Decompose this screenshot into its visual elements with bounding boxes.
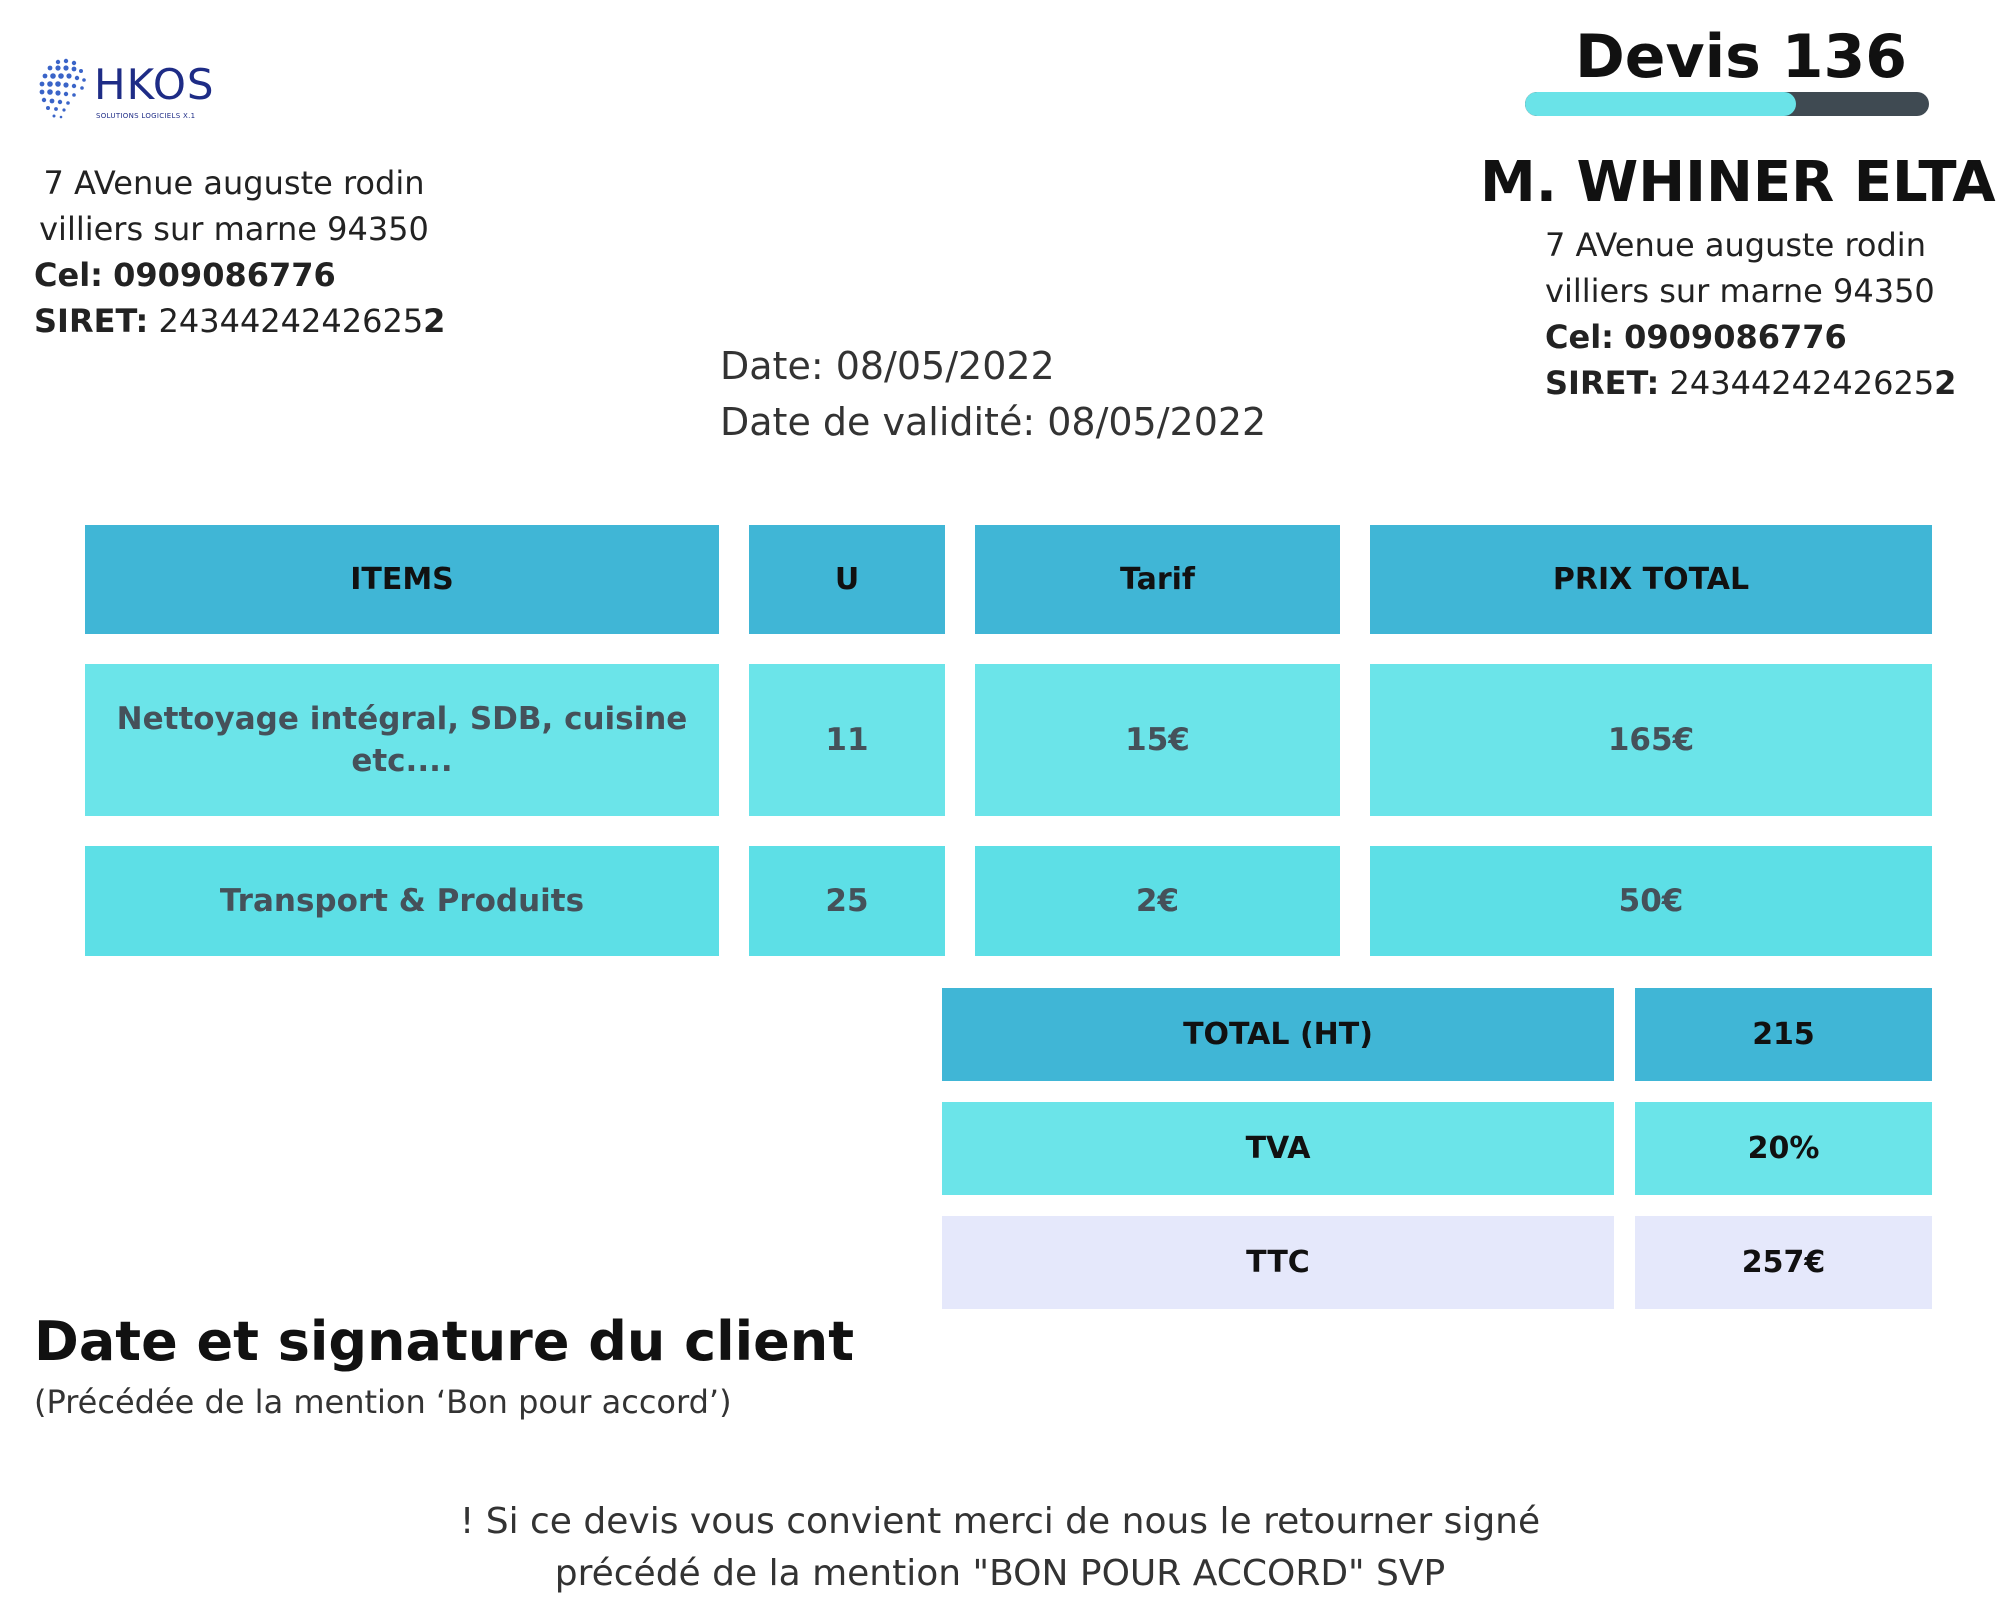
row2-units: 25	[749, 846, 945, 956]
row2-tarif: 2€	[975, 846, 1340, 956]
client-address-block: 7 AVenue auguste rodin villiers sur marn…	[1545, 222, 1956, 406]
quote-progress-bar	[1525, 92, 1929, 116]
sender-city: villiers sur marne 94350	[39, 210, 429, 248]
client-phone: Cel: 0909086776	[1545, 314, 1945, 360]
sender-street: 7 AVenue auguste rodin	[43, 164, 425, 202]
client-siret: SIRET: 24344242426252	[1545, 360, 1956, 406]
company-logo: HKOS SOLUTIONS LOGICIELS X.1	[36, 56, 226, 128]
header-items: ITEMS	[85, 525, 719, 634]
logo-brand: HKOS	[94, 60, 215, 109]
client-phone-value: 0909086776	[1624, 318, 1847, 356]
row1-tarif: 15€	[975, 664, 1340, 816]
signature-title: Date et signature du client	[34, 1310, 855, 1373]
header-total-price: PRIX TOTAL	[1370, 525, 1932, 634]
sender-siret: SIRET: 24344242426252	[34, 298, 445, 344]
footer-line-1: ! Si ce devis vous convient merci de nou…	[459, 1501, 1541, 1542]
client-siret-label: SIRET:	[1545, 364, 1660, 402]
row1-units: 11	[749, 664, 945, 816]
quote-progress-fill	[1525, 92, 1796, 116]
sender-siret-last-digit: 2	[423, 302, 446, 340]
quote-validity-date: Date de validité: 08/05/2022	[720, 400, 1267, 444]
quote-title: Devis 136	[1575, 22, 1908, 92]
client-city: villiers sur marne 94350	[1545, 272, 1935, 310]
quote-date: Date: 08/05/2022	[720, 344, 1055, 388]
sender-siret-label: SIRET:	[34, 302, 149, 340]
row2-item: Transport & Produits	[85, 846, 719, 956]
row1-total: 165€	[1370, 664, 1932, 816]
header-units: U	[749, 525, 945, 634]
ttc-label: TTC	[942, 1216, 1614, 1309]
header-tarif: Tarif	[975, 525, 1340, 634]
row2-total: 50€	[1370, 846, 1932, 956]
client-name: M. WHINER ELTA	[1480, 150, 1996, 215]
client-siret-last-digit: 2	[1934, 364, 1957, 402]
logo-tagline: SOLUTIONS LOGICIELS X.1	[96, 112, 196, 120]
sender-phone: Cel: 0909086776	[34, 252, 434, 298]
tva-value: 20%	[1635, 1102, 1932, 1195]
sender-siret-value: 2434424242625	[158, 302, 424, 340]
row1-item: Nettoyage intégral, SDB, cuisine etc....	[85, 664, 719, 816]
client-street: 7 AVenue auguste rodin	[1545, 226, 1926, 264]
client-siret-value: 2434424242625	[1669, 364, 1935, 402]
ttc-value: 257€	[1635, 1216, 1932, 1309]
tva-label: TVA	[942, 1102, 1614, 1195]
signature-subtitle: (Précédée de la mention ‘Bon pour accord…	[34, 1383, 732, 1421]
sender-phone-value: 0909086776	[113, 256, 336, 294]
sender-address-block: 7 AVenue auguste rodin villiers sur marn…	[34, 160, 445, 344]
total-ht-label: TOTAL (HT)	[942, 988, 1614, 1081]
globe-logo-icon	[39, 58, 86, 119]
footer-note: ! Si ce devis vous convient merci de nou…	[0, 1496, 2000, 1600]
client-phone-label: Cel:	[1545, 318, 1614, 356]
sender-phone-label: Cel:	[34, 256, 103, 294]
total-ht-value: 215	[1635, 988, 1932, 1081]
footer-line-2: précédé de la mention "BON POUR ACCORD" …	[554, 1553, 1446, 1594]
